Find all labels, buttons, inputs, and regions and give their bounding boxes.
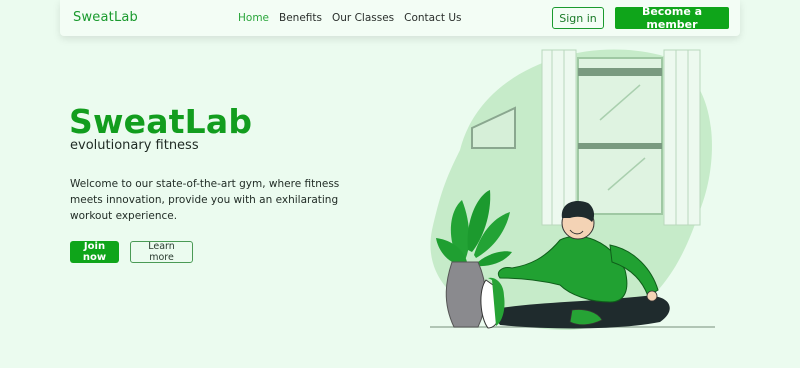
brand-logo[interactable]: SweatLab (73, 10, 138, 25)
sign-in-button[interactable]: Sign in (552, 7, 604, 29)
nav-link-home[interactable]: Home (238, 12, 269, 24)
hero-tagline: evolutionary fitness (70, 138, 199, 153)
nav-links: Home Benefits Our Classes Contact Us (238, 12, 462, 24)
hero-title: SweatLab (69, 102, 253, 141)
nav-link-contact-us[interactable]: Contact Us (404, 12, 461, 24)
curtain-right (663, 49, 701, 226)
man-stretching-illustration (420, 40, 730, 340)
learn-more-button[interactable]: Learn more (130, 241, 193, 263)
curtain-left (541, 49, 577, 226)
plant-vase (445, 261, 487, 328)
window-frame (577, 57, 663, 215)
nav-link-benefits[interactable]: Benefits (279, 12, 322, 24)
become-member-button[interactable]: Become a member (615, 5, 729, 31)
nav-link-our-classes[interactable]: Our Classes (332, 12, 394, 24)
join-now-button[interactable]: Join now (70, 241, 119, 263)
man-head (561, 200, 595, 240)
top-navbar: SweatLab Home Benefits Our Classes Conta… (60, 0, 740, 36)
hero-description: Welcome to our state-of-the-art gym, whe… (70, 178, 340, 222)
